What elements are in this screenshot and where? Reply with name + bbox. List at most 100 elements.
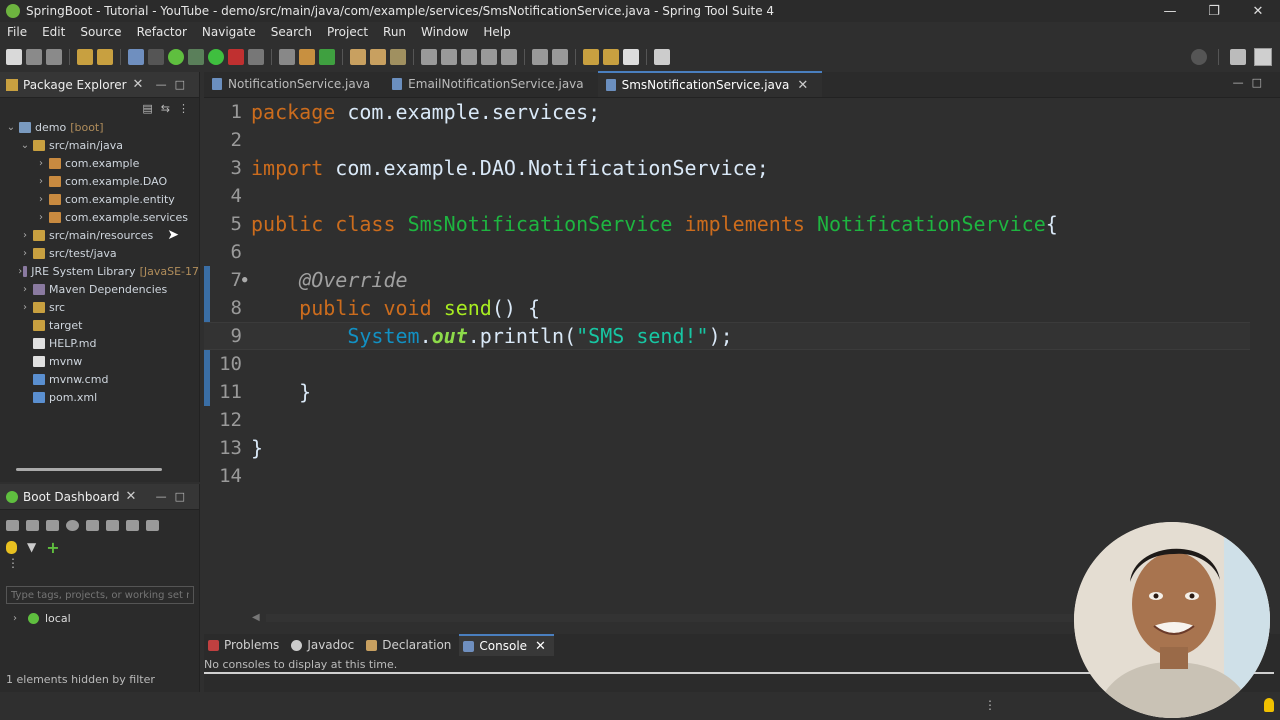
view-menu-icon[interactable]: ⋮ bbox=[178, 102, 189, 115]
tab-console[interactable]: Console ✕ bbox=[459, 634, 554, 656]
mark-occurrences-icon[interactable] bbox=[421, 49, 437, 65]
open-browser-icon[interactable] bbox=[86, 519, 99, 531]
chevron-right-icon[interactable]: › bbox=[34, 158, 48, 169]
menu-run[interactable]: Run bbox=[376, 25, 414, 39]
tree-item-local[interactable]: › local bbox=[0, 604, 199, 625]
minimize-maximize-icon[interactable]: —□ bbox=[1233, 76, 1270, 89]
next-annotation-icon[interactable] bbox=[532, 49, 548, 65]
close-icon[interactable]: ✕ bbox=[535, 639, 546, 654]
tip-bulb-icon[interactable] bbox=[1264, 698, 1274, 712]
tab-declaration[interactable]: Declaration bbox=[362, 634, 459, 656]
new-class-icon[interactable] bbox=[319, 49, 335, 65]
close-window-button[interactable]: ✕ bbox=[1236, 4, 1280, 19]
debug-icon[interactable] bbox=[188, 49, 204, 65]
menu-navigate[interactable]: Navigate bbox=[195, 25, 264, 39]
add-icon[interactable]: + bbox=[46, 538, 59, 557]
code-area[interactable]: 1 package com.example.services; 2 3 impo… bbox=[204, 98, 1264, 598]
search-icon[interactable] bbox=[1191, 49, 1207, 65]
collapse-all-icon[interactable]: ▤ bbox=[142, 102, 152, 115]
open-type-icon[interactable] bbox=[350, 49, 366, 65]
tree-item-com-example-entity[interactable]: › com.example.entity bbox=[0, 190, 199, 208]
minimize-button[interactable]: — bbox=[1148, 4, 1192, 19]
console-icon[interactable] bbox=[146, 519, 159, 531]
edit-icon[interactable] bbox=[126, 519, 139, 531]
chevron-down-icon[interactable]: ⌄ bbox=[18, 140, 32, 151]
menu-edit[interactable]: Edit bbox=[35, 25, 73, 39]
word-wrap-icon[interactable] bbox=[481, 49, 497, 65]
filter-icon[interactable]: ▼ bbox=[27, 540, 36, 554]
tree-item-maven-dependencies[interactable]: › Maven Dependencies bbox=[0, 280, 199, 298]
new-java-project-icon[interactable] bbox=[299, 49, 315, 65]
prev-annotation-icon[interactable] bbox=[552, 49, 568, 65]
run-external-icon[interactable] bbox=[228, 49, 244, 65]
redo-icon[interactable] bbox=[97, 49, 113, 65]
tree-item-src-main-resources[interactable]: › src/main/resources ➤ bbox=[0, 226, 199, 244]
build-icon[interactable] bbox=[279, 49, 295, 65]
close-icon[interactable]: ✕ bbox=[797, 78, 808, 93]
debug-icon[interactable] bbox=[26, 519, 39, 531]
chevron-right-icon[interactable]: › bbox=[18, 230, 32, 241]
tree-item-com-example-services[interactable]: › com.example.services bbox=[0, 208, 199, 226]
tree-item-com-example-dao[interactable]: › com.example.DAO bbox=[0, 172, 199, 190]
back-icon[interactable] bbox=[603, 49, 619, 65]
tab-javadoc[interactable]: Javadoc bbox=[287, 634, 362, 656]
chevron-down-icon[interactable]: ⌄ bbox=[4, 122, 18, 133]
menu-refactor[interactable]: Refactor bbox=[130, 25, 195, 39]
show-whitespace-icon[interactable] bbox=[501, 49, 517, 65]
minimize-maximize-icon[interactable]: —□ bbox=[156, 490, 193, 503]
restore-button[interactable]: ❐ bbox=[1192, 4, 1236, 19]
last-edit-icon[interactable] bbox=[583, 49, 599, 65]
override-marker-icon[interactable]: ● bbox=[242, 275, 251, 285]
chevron-right-icon[interactable]: › bbox=[18, 284, 32, 295]
console-icon[interactable] bbox=[128, 49, 144, 65]
chevron-right-icon[interactable]: › bbox=[18, 302, 32, 313]
save-all-icon[interactable] bbox=[46, 49, 62, 65]
stop-icon[interactable] bbox=[248, 49, 264, 65]
menu-search[interactable]: Search bbox=[264, 25, 320, 39]
tree-item-src[interactable]: › src bbox=[0, 298, 199, 316]
boot-dashboard-search-input[interactable] bbox=[6, 586, 194, 604]
link-with-editor-icon[interactable]: ⇆ bbox=[161, 102, 170, 115]
boot-run-icon[interactable] bbox=[168, 49, 184, 65]
package-explorer-tab[interactable]: Package Explorer ✕ —□ bbox=[0, 72, 199, 98]
tree-item-help-md[interactable]: HELP.md bbox=[0, 334, 199, 352]
menu-project[interactable]: Project bbox=[320, 25, 376, 39]
scroll-left-icon[interactable]: ◀ bbox=[252, 612, 260, 623]
close-icon[interactable]: ✕ bbox=[126, 489, 137, 504]
tree-item-pom-xml[interactable]: pom.xml bbox=[0, 388, 199, 406]
pin-editor-icon[interactable] bbox=[654, 49, 670, 65]
chevron-right-icon[interactable]: › bbox=[8, 613, 22, 624]
open-resource-icon[interactable] bbox=[370, 49, 386, 65]
save-icon[interactable] bbox=[26, 49, 42, 65]
refresh-icon[interactable] bbox=[106, 519, 119, 531]
run-icon[interactable] bbox=[208, 49, 224, 65]
menu-source[interactable]: Source bbox=[73, 25, 129, 39]
horizontal-scrollbar[interactable] bbox=[16, 468, 162, 471]
menu-window[interactable]: Window bbox=[414, 25, 476, 39]
bulb-icon[interactable] bbox=[6, 540, 17, 554]
menu-file[interactable]: File bbox=[0, 25, 35, 39]
restart-icon[interactable] bbox=[66, 519, 79, 531]
minimize-maximize-icon[interactable]: —□ bbox=[156, 78, 193, 91]
tab-email-notification-service[interactable]: EmailNotificationService.java bbox=[384, 71, 597, 97]
view-menu-icon[interactable]: ⋮ bbox=[0, 556, 199, 570]
undo-icon[interactable] bbox=[77, 49, 93, 65]
tab-sms-notification-service[interactable]: SmsNotificationService.java ✕ bbox=[597, 71, 823, 97]
java-perspective-icon[interactable] bbox=[1254, 48, 1272, 66]
stop-icon[interactable] bbox=[46, 519, 59, 531]
start-icon[interactable] bbox=[6, 519, 19, 531]
tree-item-src-main-java[interactable]: ⌄ src/main/java bbox=[0, 136, 199, 154]
tree-item-mvnw-cmd[interactable]: mvnw.cmd bbox=[0, 370, 199, 388]
chevron-right-icon[interactable]: › bbox=[18, 266, 22, 277]
open-perspective-icon[interactable] bbox=[1230, 49, 1246, 65]
skip-breakpoints-icon[interactable] bbox=[148, 49, 164, 65]
block-selection-icon[interactable] bbox=[461, 49, 477, 65]
new-icon[interactable] bbox=[6, 49, 22, 65]
tab-problems[interactable]: Problems bbox=[204, 634, 287, 656]
tree-item-src-test-java[interactable]: › src/test/java bbox=[0, 244, 199, 262]
chevron-right-icon[interactable]: › bbox=[18, 248, 32, 259]
status-menu-icon[interactable]: ⋮ bbox=[984, 698, 996, 712]
tree-item-demo[interactable]: ⌄ demo [boot] bbox=[0, 118, 199, 136]
chevron-right-icon[interactable]: › bbox=[34, 176, 48, 187]
tab-notification-service[interactable]: NotificationService.java bbox=[204, 71, 384, 97]
